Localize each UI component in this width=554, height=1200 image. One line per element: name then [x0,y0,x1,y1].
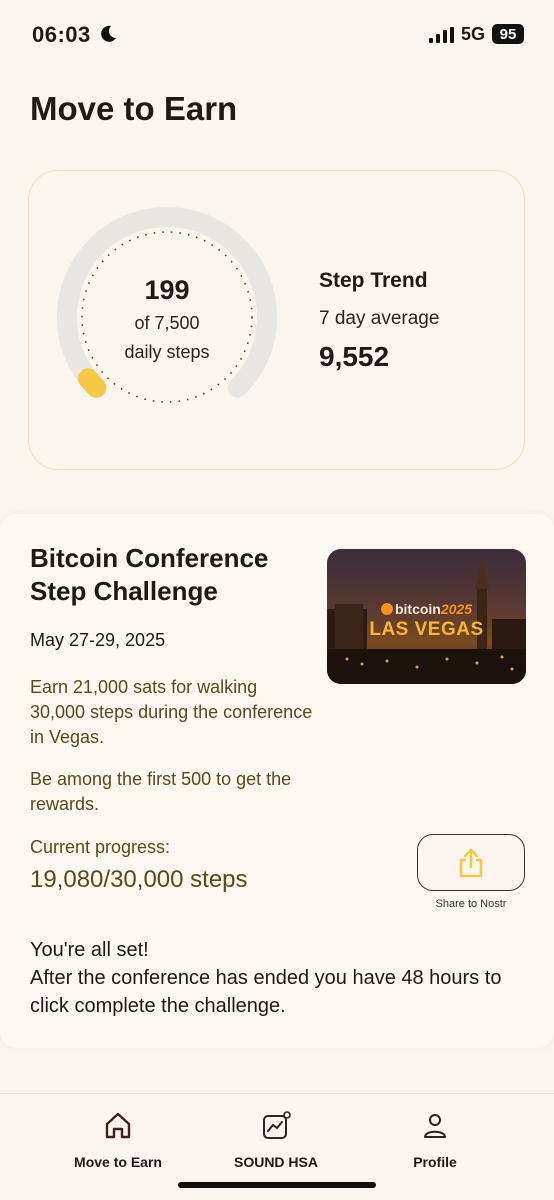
home-icon [105,1112,131,1139]
event-location: LAS VEGAS [369,619,484,640]
battery-badge: 95 [492,24,524,44]
nav-item-sound-hsa[interactable]: SOUND HSA [201,1094,351,1184]
nav-label-sound-hsa: SOUND HSA [233,1154,318,1170]
bitcoin-logo-icon [380,603,393,615]
cellular-signal-icon [429,27,454,43]
event-brand: bitcoin2025 [327,601,526,617]
share-caption: Share to Nostr [435,898,507,910]
progress-value: 19,080/30,000 steps [30,866,248,893]
network-label: 5G [461,24,486,44]
challenge-note: Be among the first 500 to get the reward… [30,769,292,814]
page-title: Move to Earn [30,90,238,127]
challenge-description: Earn 21,000 sats for walking 30,000 step… [30,677,313,747]
nav-label-move-to-earn: Move to Earn [74,1154,162,1170]
step-trend-title: Step Trend [319,269,428,292]
chart-icon [263,1111,291,1139]
status-line-1: You're all set! [30,939,149,961]
nav-item-profile[interactable]: Profile [360,1094,510,1184]
challenge-dates: May 27-29, 2025 [30,630,166,650]
moon-icon [101,25,116,42]
steps-count: 199 [144,275,190,305]
steps-goal: of 7,500 [134,313,200,333]
share-to-nostr-button[interactable] [417,834,525,891]
challenge-title: Bitcoin Conference Step Challenge [30,543,269,606]
steps-card[interactable]: 199 of 7,500 daily steps Step Trend 7 da… [28,170,525,470]
status-time: 06:03 [32,22,91,47]
person-icon [424,1114,446,1138]
ring-progress-fill [78,368,107,398]
event-year-text: 2025 [440,601,473,617]
status-line-2: After the conference has ended you have … [30,967,502,1017]
event-image: bitcoin2025 LAS VEGAS [327,549,526,684]
home-indicator [178,1182,376,1188]
progress-label: Current progress: [30,837,171,857]
share-icon [459,848,483,877]
nav-label-profile: Profile [413,1154,457,1170]
challenge-status: You're all set! After the conference has… [30,936,530,1020]
status-bar: 06:03 5G 95 [0,0,554,70]
step-trend-value: 9,552 [319,341,390,372]
step-trend-subtitle: 7 day average [319,308,440,329]
nav-item-move-to-earn[interactable]: Move to Earn [43,1094,193,1184]
steps-caption: daily steps [124,342,210,362]
event-brand-text: bitcoin [394,601,441,617]
